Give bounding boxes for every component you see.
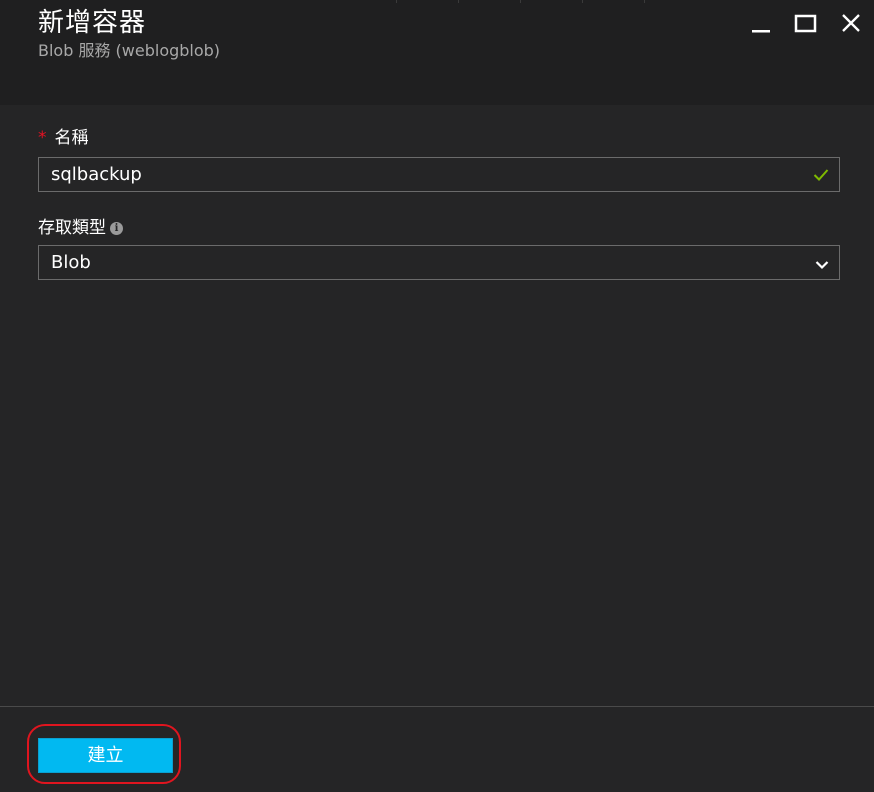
minimize-button[interactable]	[746, 10, 776, 38]
checkmark-icon	[813, 167, 829, 186]
minimize-icon	[752, 30, 770, 33]
chevron-down-icon	[815, 256, 829, 275]
top-edge-marks	[0, 0, 874, 3]
panel-header: 新增容器 Blob 服務 (weblogblob)	[0, 0, 874, 105]
page-title: 新增容器	[38, 8, 147, 38]
maximize-button[interactable]	[790, 10, 820, 38]
name-label: 名稱	[54, 128, 89, 148]
name-label-row: * 名稱	[38, 127, 89, 149]
footer-divider	[0, 706, 874, 707]
access-type-select[interactable]: Blob	[38, 245, 840, 280]
access-type-value: Blob	[51, 252, 91, 273]
close-icon	[842, 14, 860, 32]
page-subtitle: Blob 服務 (weblogblob)	[38, 41, 221, 60]
required-marker: *	[38, 128, 47, 148]
maximize-icon	[794, 14, 817, 33]
access-type-label-row: 存取類型 i	[38, 217, 123, 239]
create-button[interactable]: 建立	[38, 738, 173, 773]
close-button[interactable]	[836, 10, 866, 38]
access-type-label: 存取類型	[38, 218, 106, 238]
name-field[interactable]	[38, 157, 840, 192]
info-icon[interactable]: i	[110, 222, 123, 235]
name-input[interactable]	[39, 158, 811, 191]
